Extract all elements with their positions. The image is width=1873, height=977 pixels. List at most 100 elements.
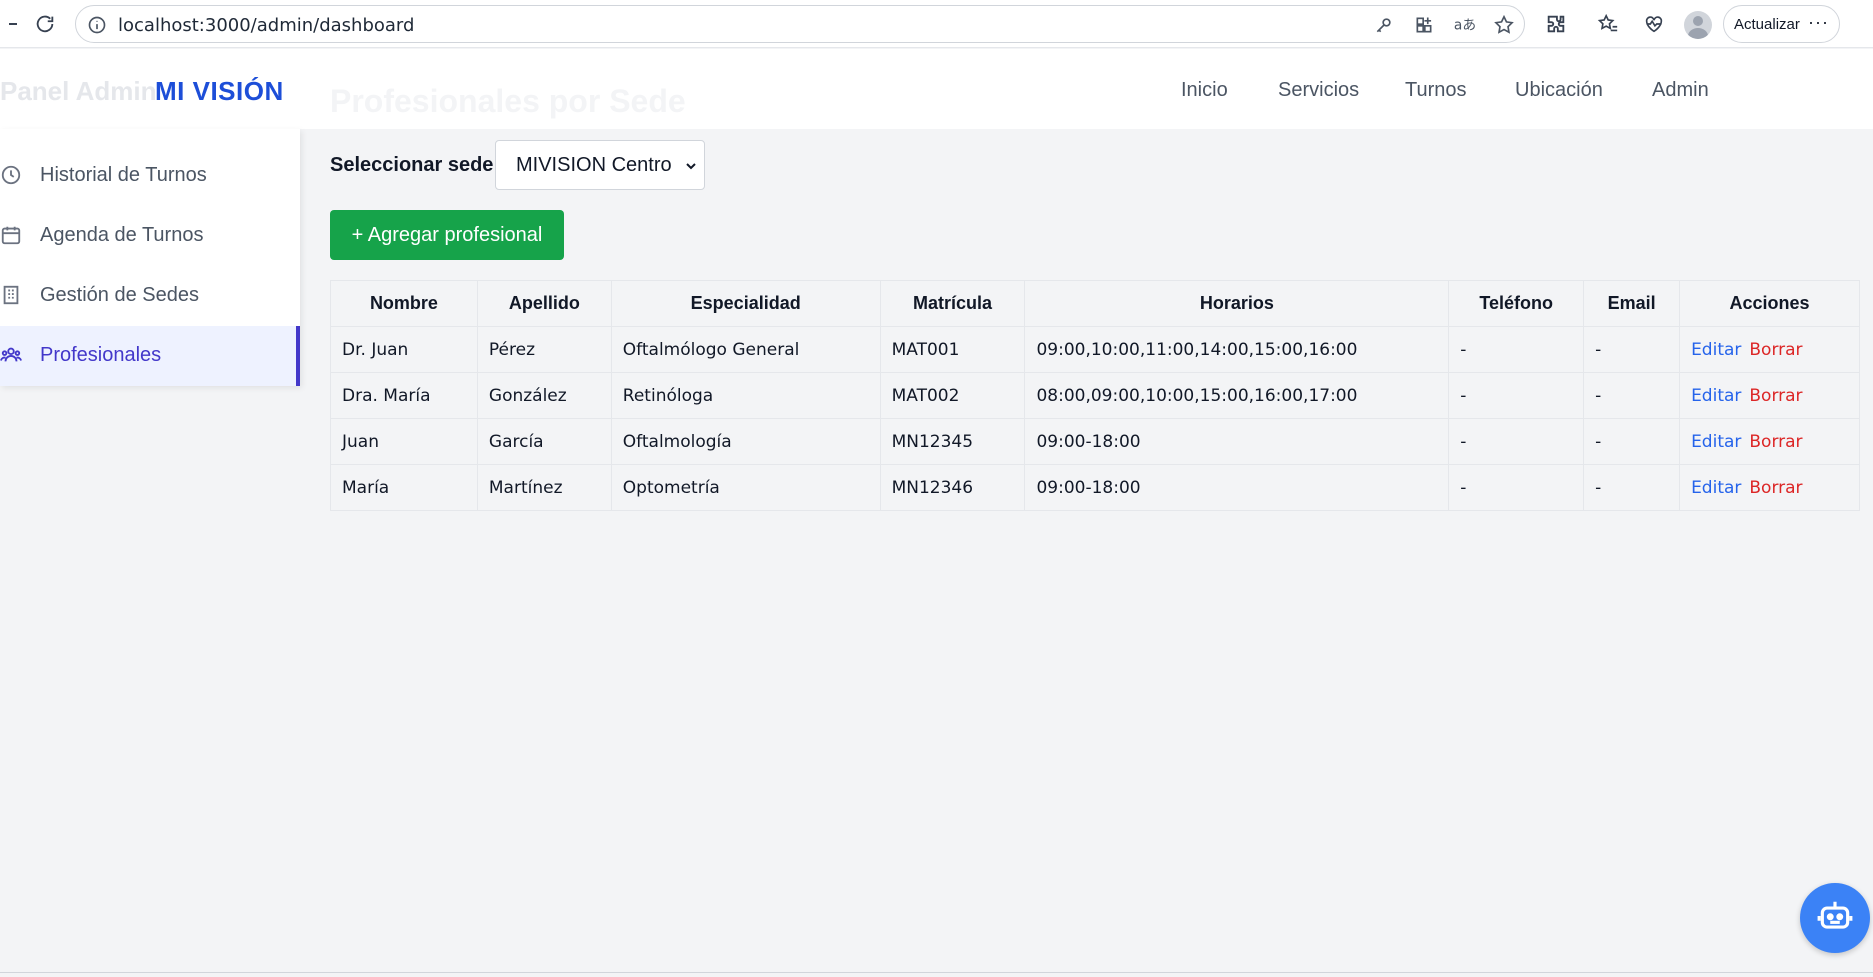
cell-horarios: 09:00-18:00: [1024, 418, 1450, 465]
delete-link[interactable]: Borrar: [1749, 340, 1802, 360]
sidebar-item-sedes[interactable]: Gestión de Sedes: [0, 266, 300, 326]
sede-select[interactable]: MIVISION Centro: [495, 140, 705, 190]
sidebar-item-profesionales[interactable]: Profesionales: [0, 326, 300, 386]
delete-link[interactable]: Borrar: [1749, 386, 1802, 406]
cell-acciones: Editar Borrar: [1679, 372, 1860, 419]
sede-select-label: Seleccionar sede:: [330, 154, 501, 176]
update-button[interactable]: Actualizar ···: [1723, 5, 1840, 43]
delete-link[interactable]: Borrar: [1749, 478, 1802, 498]
robot-icon: [1816, 897, 1854, 940]
edit-link[interactable]: Editar: [1691, 340, 1741, 360]
cell-matricula: MAT001: [879, 326, 1026, 373]
cell-telefono: -: [1448, 326, 1585, 373]
cell-matricula: MN12346: [879, 464, 1026, 511]
column-header: Especialidad: [610, 280, 881, 327]
column-header: Acciones: [1679, 280, 1860, 327]
sidebar-item-agenda[interactable]: Agenda de Turnos: [0, 206, 300, 266]
brand-logo[interactable]: MI VISIÓN: [155, 76, 284, 107]
column-header: Matrícula: [879, 280, 1026, 327]
column-header: Teléfono: [1448, 280, 1585, 327]
translate-icon[interactable]: aあ: [1453, 14, 1475, 36]
page-bottom-border: [0, 972, 1873, 973]
sidebar-item-label: Profesionales: [40, 344, 162, 366]
cell-apellido: Pérez: [476, 326, 612, 373]
users-icon: [0, 344, 24, 368]
sede-select-value: MIVISION Centro: [516, 153, 672, 176]
address-bar[interactable]: localhost:3000/admin/dashboard aあ: [75, 5, 1525, 43]
nav-link-servicios[interactable]: Servicios: [1278, 79, 1359, 102]
cell-nombre: María: [330, 464, 478, 511]
nav-link-inicio[interactable]: Inicio: [1181, 79, 1228, 102]
cell-acciones: Editar Borrar: [1679, 464, 1860, 511]
cell-email: -: [1583, 372, 1681, 419]
column-header: Email: [1583, 280, 1681, 327]
table-row: María Martínez Optometría MN12346 09:00-…: [330, 464, 1860, 511]
cell-especialidad: Optometría: [610, 464, 881, 511]
sidebar-item-historial[interactable]: Historial de Turnos: [0, 146, 300, 206]
panel-title: Panel Admin: [0, 76, 157, 106]
cell-apellido: González: [476, 372, 612, 419]
cell-matricula: MAT002: [879, 372, 1026, 419]
calendar-icon: [0, 224, 24, 248]
nav-link-ubicacion[interactable]: Ubicación: [1515, 79, 1603, 102]
star-icon[interactable]: [1493, 14, 1515, 36]
cell-email: -: [1583, 464, 1681, 511]
health-icon[interactable]: [1640, 10, 1668, 38]
update-button-label: Actualizar: [1734, 15, 1800, 33]
favorites-icon[interactable]: [1594, 10, 1622, 38]
table-header-row: Nombre Apellido Especialidad Matrícula H…: [330, 280, 1860, 327]
info-icon[interactable]: [86, 14, 108, 36]
sidebar: Historial de Turnos Agenda de Turnos Ges…: [0, 129, 300, 386]
cell-telefono: -: [1448, 418, 1585, 465]
browser-toolbar: localhost:3000/admin/dashboard aあ Actual…: [0, 0, 1873, 48]
cell-apellido: Martínez: [476, 464, 612, 511]
cell-especialidad: Oftalmología: [610, 418, 881, 465]
sidebar-item-label: Gestión de Sedes: [40, 284, 199, 306]
cell-acciones: Editar Borrar: [1679, 326, 1860, 373]
clock-icon: [0, 164, 24, 188]
add-professional-button[interactable]: + Agregar profesional: [330, 210, 564, 260]
table-row: Dra. María González Retinóloga MAT002 08…: [330, 372, 1860, 419]
sidebar-item-label: Agenda de Turnos: [40, 224, 204, 246]
cell-nombre: Dra. María: [330, 372, 478, 419]
extensions-icon[interactable]: [1542, 10, 1570, 38]
more-menu-icon[interactable]: ···: [1808, 12, 1829, 33]
url-text[interactable]: localhost:3000/admin/dashboard: [118, 15, 414, 36]
cell-nombre: Juan: [330, 418, 478, 465]
cell-email: -: [1583, 418, 1681, 465]
apps-icon[interactable]: [1413, 14, 1435, 36]
edit-link[interactable]: Editar: [1691, 386, 1741, 406]
cell-horarios: 08:00,09:00,10:00,15:00,16:00,17:00: [1024, 372, 1450, 419]
cell-especialidad: Oftalmólogo General: [610, 326, 881, 373]
top-navbar: Panel Admin MI VISIÓN Profesionales por …: [0, 49, 1873, 129]
nav-link-admin[interactable]: Admin: [1652, 79, 1709, 102]
cell-apellido: García: [476, 418, 612, 465]
cell-telefono: -: [1448, 464, 1585, 511]
svg-text:aあ: aあ: [1454, 18, 1475, 34]
reload-icon[interactable]: [31, 10, 59, 38]
sidebar-item-label: Historial de Turnos: [40, 164, 207, 186]
delete-link[interactable]: Borrar: [1749, 432, 1802, 452]
professionals-table: Nombre Apellido Especialidad Matrícula H…: [330, 280, 1860, 511]
building-icon: [0, 284, 24, 308]
cell-matricula: MN12345: [879, 418, 1026, 465]
chevron-down-icon: [684, 156, 698, 170]
edit-link[interactable]: Editar: [1691, 478, 1741, 498]
cell-horarios: 09:00,10:00,11:00,14:00,15:00,16:00: [1024, 326, 1450, 373]
cell-horarios: 09:00-18:00: [1024, 464, 1450, 511]
table-row: Dr. Juan Pérez Oftalmólogo General MAT00…: [330, 326, 1860, 373]
key-icon[interactable]: [1373, 14, 1395, 36]
page-heading: Profesionales por Sede: [330, 83, 686, 119]
cell-telefono: -: [1448, 372, 1585, 419]
back-icon[interactable]: [0, 10, 28, 38]
nav-link-turnos[interactable]: Turnos: [1405, 79, 1467, 102]
cell-nombre: Dr. Juan: [330, 326, 478, 373]
cell-acciones: Editar Borrar: [1679, 418, 1860, 465]
cell-email: -: [1583, 326, 1681, 373]
edit-link[interactable]: Editar: [1691, 432, 1741, 452]
cell-especialidad: Retinóloga: [610, 372, 881, 419]
table-row: Juan García Oftalmología MN12345 09:00-1…: [330, 418, 1860, 465]
column-header: Nombre: [330, 280, 478, 327]
chatbot-button[interactable]: [1800, 883, 1870, 953]
profile-avatar[interactable]: [1684, 11, 1712, 39]
